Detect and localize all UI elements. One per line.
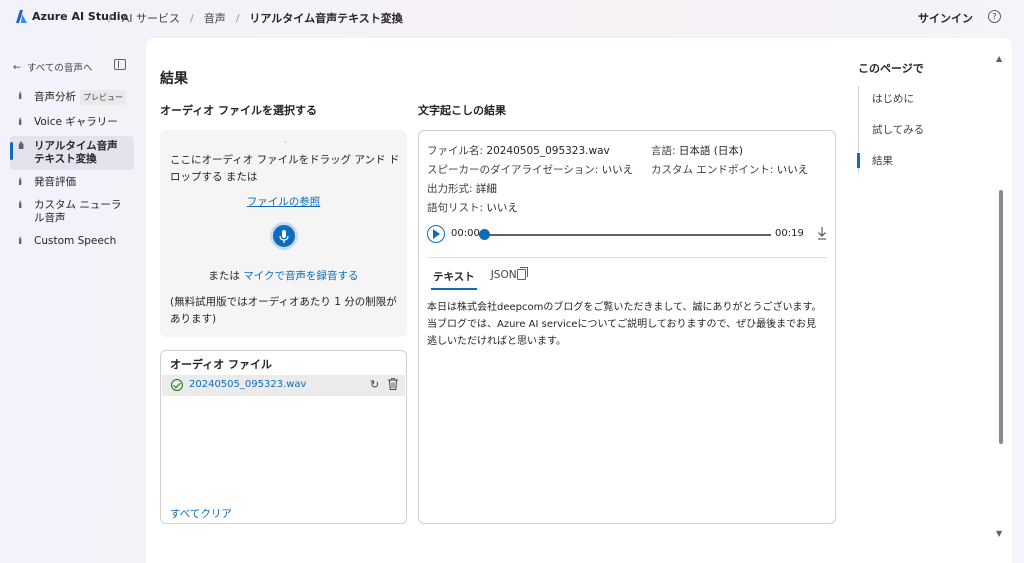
waveform-icon: ılı	[18, 91, 22, 102]
waveform-icon: ılı	[18, 177, 22, 188]
meta-filename: ファイル名: 20240505_095323.wav	[427, 143, 610, 158]
meta-endpoint: カスタム エンドポイント: いいえ	[651, 162, 808, 177]
audio-file-panel: オーディオ ファイル 20240505_095323.wav ↻ すべてクリア	[160, 350, 407, 524]
transcript-text: 本日は株式会社deepcomのブログをご覧いただきまして、誠にありがとうございま…	[427, 302, 822, 347]
meta-value: いいえ	[601, 164, 634, 176]
retry-icon[interactable]: ↻	[370, 378, 379, 391]
nav-item-label: Custom Speech	[34, 235, 117, 247]
waveform-icon: ılı	[18, 117, 22, 128]
copy-icon[interactable]	[517, 267, 528, 280]
nav-item-voice-gallery[interactable]: ılı Voice ギャラリー	[10, 112, 134, 133]
audio-file-name[interactable]: 20240505_095323.wav	[189, 379, 306, 390]
meta-language: 言語: 日本語 (日本)	[651, 143, 743, 158]
result-tabs: テキスト JSON	[431, 265, 531, 290]
clear-all-link[interactable]: すべてクリア	[170, 506, 232, 521]
back-link[interactable]: ← すべての音声へ	[13, 60, 93, 75]
select-audio-title: オーディオ ファイルを選択する	[160, 104, 318, 117]
or-label: または	[208, 270, 240, 282]
page-title: 結果	[160, 71, 188, 87]
dropzone-dot: ·	[284, 138, 287, 148]
trial-limit-note: (無料試用版ではオーディオあたり 1 分の制限があります)	[170, 296, 397, 325]
nav-item-label: Voice ギャラリー	[34, 116, 118, 128]
nav-item-custom-speech[interactable]: ılı Custom Speech	[10, 231, 134, 252]
toc-item-try[interactable]: 試してみる	[858, 117, 988, 142]
record-option: または マイクで音声を録音する	[160, 268, 407, 283]
help-icon[interactable]: ?	[988, 10, 1001, 23]
waveform-icon: ılı	[18, 141, 24, 152]
breadcrumb-separator: /	[235, 11, 240, 25]
breadcrumb-separator: /	[108, 11, 112, 25]
nav-item-speech-analytics[interactable]: ılı 音声分析 プレビュー	[10, 86, 134, 109]
meta-label: 出力形式:	[427, 183, 476, 195]
nav-item-label: 発音評価	[34, 176, 76, 188]
breadcrumb-current: リアルタイム音声テキスト変換	[249, 12, 403, 25]
toc-title: このページで	[858, 62, 924, 75]
result-title: 文字起こしの結果	[418, 104, 506, 117]
play-icon[interactable]	[427, 225, 445, 243]
scroll-down-arrow-icon[interactable]: ▼	[996, 529, 1002, 538]
audio-player: 00:00 00:19	[427, 225, 827, 247]
check-circle-icon	[171, 379, 183, 391]
breadcrumb-speech[interactable]: 音声	[204, 10, 226, 26]
top-bar: Azure AI Studio / AI サービス / 音声 / リアルタイム音…	[0, 0, 1024, 36]
meta-diarization: スピーカーのダイアライゼーション: いいえ	[427, 162, 633, 177]
signin-button[interactable]: サインイン	[918, 10, 973, 26]
record-mic-button[interactable]	[270, 222, 298, 250]
meta-label: 言語:	[651, 145, 679, 157]
download-icon[interactable]	[817, 226, 827, 240]
breadcrumb-separator: /	[189, 11, 194, 25]
transcription-result-panel: ファイル名: 20240505_095323.wav 言語: 日本語 (日本) …	[418, 130, 836, 524]
nav-list: ılı 音声分析 プレビュー ılı Voice ギャラリー ılı リアルタイム…	[10, 86, 134, 252]
trash-icon[interactable]	[388, 378, 398, 390]
dropzone-text: ここにオーディオ ファイルをドラッグ アンド ドロップする または	[170, 154, 400, 183]
toc-item-results[interactable]: 結果	[857, 148, 988, 173]
azure-logo-icon	[16, 10, 27, 23]
preview-badge: プレビュー	[80, 90, 126, 105]
seek-handle[interactable]	[479, 229, 490, 240]
main-content: 結果 オーディオ ファイルを選択する 文字起こしの結果 · ここにオーディオ フ…	[146, 38, 1012, 563]
tab-text[interactable]: テキスト	[431, 265, 477, 290]
audio-dropzone[interactable]: · ここにオーディオ ファイルをドラッグ アンド ドロップする または ファイル…	[160, 130, 407, 337]
nav-item-realtime-stt[interactable]: ılı リアルタイム音声テキスト変換	[10, 136, 134, 170]
meta-value: いいえ	[486, 202, 518, 214]
waveform-icon: ılı	[18, 200, 22, 211]
current-time: 00:00	[451, 228, 480, 239]
record-mic-link[interactable]: マイクで音声を録音する	[243, 270, 358, 282]
scroll-up-arrow-icon[interactable]: ▲	[996, 54, 1002, 63]
meta-label: スピーカーのダイアライゼーション:	[427, 164, 602, 176]
arrow-left-icon: ←	[13, 61, 21, 73]
nav-item-label: カスタム ニューラル音声	[34, 199, 122, 224]
nav-item-pronunciation[interactable]: ılı 発音評価	[10, 172, 134, 193]
total-time: 00:19	[775, 228, 804, 239]
meta-value: 20240505_095323.wav	[486, 145, 610, 157]
meta-value: いいえ	[776, 164, 809, 176]
tab-json[interactable]: JSON	[489, 265, 519, 290]
meta-format: 出力形式: 詳細	[427, 181, 497, 196]
meta-value: 詳細	[475, 183, 497, 195]
browse-files-link[interactable]: ファイルの参照	[160, 194, 407, 209]
nav-item-label: リアルタイム音声テキスト変換	[34, 140, 118, 165]
meta-label: カスタム エンドポイント:	[651, 164, 777, 176]
on-this-page: このページで はじめに 試してみる 結果	[857, 60, 988, 179]
meta-label: 語句リスト:	[427, 202, 487, 214]
scrollbar-thumb[interactable]	[999, 190, 1003, 444]
nav-item-custom-neural-voice[interactable]: ılı カスタム ニューラル音声	[10, 195, 134, 229]
audio-file-row[interactable]: 20240505_095323.wav ↻	[162, 375, 405, 396]
meta-value: 日本語 (日本)	[678, 145, 743, 157]
breadcrumb: / AI サービス / 音声 / リアルタイム音声テキスト変換	[98, 10, 403, 26]
microphone-icon	[279, 229, 289, 243]
toc-item-intro[interactable]: はじめに	[858, 86, 988, 111]
meta-phrase-list: 語句リスト: いいえ	[427, 200, 518, 215]
seek-bar[interactable]	[489, 234, 771, 236]
collapse-panel-icon[interactable]	[114, 59, 126, 70]
toc-list: はじめに 試してみる 結果	[857, 86, 988, 173]
nav-item-label-wrap: 音声分析 プレビュー	[34, 90, 126, 105]
audio-file-title: オーディオ ファイル	[170, 358, 273, 371]
waveform-icon: ılı	[18, 236, 22, 247]
meta-label: ファイル名:	[427, 145, 487, 157]
breadcrumb-ai-services[interactable]: AI サービス	[122, 10, 180, 26]
divider	[427, 257, 827, 258]
back-link-label: すべての音声へ	[26, 63, 93, 74]
nav-item-label: 音声分析	[34, 91, 76, 103]
